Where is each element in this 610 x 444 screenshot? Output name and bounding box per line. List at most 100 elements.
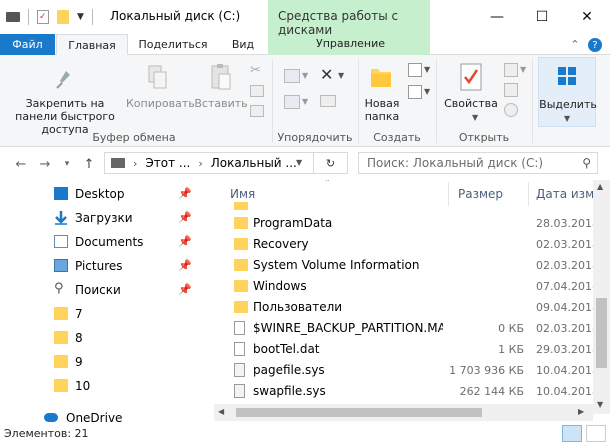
copy-to-dropdown-icon[interactable]: ▼ <box>302 97 308 106</box>
breadcrumb-this-pc[interactable]: Этот ... <box>145 156 190 170</box>
nav-item-onedrive[interactable]: OneDrive <box>0 406 210 424</box>
folder-icon <box>234 301 248 313</box>
pin-icon[interactable]: 📌 <box>178 283 192 296</box>
delete-dropdown-icon[interactable]: ▼ <box>338 71 344 80</box>
list-item[interactable]: pagefile.sys 1 703 936 КБ 10.04.2018 <box>214 360 599 381</box>
paste-button[interactable]: Вставить <box>194 97 248 110</box>
rename-icon[interactable] <box>320 95 336 107</box>
move-to-icon[interactable] <box>284 69 300 83</box>
details-view-icon[interactable] <box>562 425 582 442</box>
tab-home[interactable]: Главная <box>56 34 128 56</box>
tab-manage[interactable]: Управление <box>316 37 385 50</box>
copy-to-icon[interactable] <box>284 95 300 109</box>
customize-toolbar-icon[interactable]: ▼ <box>77 12 84 22</box>
column-header-date[interactable]: Дата изме <box>536 187 602 201</box>
list-item[interactable]: swapfile.sys 262 144 КБ 10.04.2018 <box>214 381 599 402</box>
column-header-name[interactable]: Имя <box>230 187 255 201</box>
maximize-button[interactable]: ☐ <box>519 0 565 34</box>
pictures-icon <box>54 259 68 272</box>
close-button[interactable]: ✕ <box>564 0 610 34</box>
nav-item-folder-9[interactable]: 9 <box>0 350 210 374</box>
list-item[interactable]: ProgramData 28.03.2018 <box>214 213 599 234</box>
horizontal-scrollbar[interactable]: ◀ ▶ <box>214 404 593 421</box>
search-placeholder: Поиск: Локальный диск (C:) <box>367 156 544 170</box>
pin-icon[interactable]: 📌 <box>178 235 192 248</box>
status-bar: Элементов: 21 <box>0 424 610 444</box>
properties-button[interactable]: Свойства <box>444 97 498 110</box>
history-icon[interactable] <box>504 103 518 117</box>
nav-item-folder-8[interactable]: 8 <box>0 326 210 350</box>
quick-access-toolbar: ✓ ▼ <box>6 8 93 26</box>
nav-item-desktop[interactable]: Desktop 📌 <box>0 182 210 206</box>
paste-shortcut-icon[interactable] <box>250 105 264 117</box>
ribbon: Закрепить на панели быстрого доступа Коп… <box>0 55 610 147</box>
scroll-up-icon[interactable]: ▲ <box>597 182 603 191</box>
clipboard-group-label: Буфер обмена <box>92 131 176 144</box>
address-dropdown-icon[interactable]: ▼ <box>296 158 302 167</box>
new-item-icon[interactable] <box>408 63 422 77</box>
pin-icon[interactable]: 📌 <box>178 187 192 200</box>
vertical-scrollbar[interactable]: ▲ ▼ <box>593 180 610 414</box>
address-bar[interactable]: › Этот ... › Локальный ... <box>104 152 314 174</box>
pin-icon[interactable]: 📌 <box>178 211 192 224</box>
easy-access-dropdown-icon[interactable]: ▼ <box>424 87 430 96</box>
tab-file[interactable]: Файл <box>0 34 55 55</box>
delete-icon[interactable]: ✕ <box>320 65 333 84</box>
list-item[interactable]: bootTel.dat 1 КБ 29.03.2018 <box>214 339 599 360</box>
nav-item-pictures[interactable]: Pictures 📌 <box>0 254 210 278</box>
list-item[interactable]: Пользователи 09.04.2018 <box>214 297 599 318</box>
new-folder-quick-icon[interactable] <box>57 10 69 24</box>
tab-share[interactable]: Поделиться <box>132 34 214 55</box>
select-button[interactable]: Выделить ▼ <box>538 57 597 127</box>
minimize-button[interactable]: — <box>474 0 520 34</box>
list-item[interactable]: Recovery 02.03.2018 <box>214 234 599 255</box>
scrollbar-thumb[interactable] <box>236 408 482 417</box>
back-button[interactable]: ← <box>12 155 30 173</box>
list-item-partial[interactable] <box>214 202 594 210</box>
download-icon <box>54 211 68 225</box>
computer-icon <box>111 158 125 168</box>
pin-icon[interactable]: 📌 <box>178 259 192 272</box>
nav-item-folder-7[interactable]: 7 <box>0 302 210 326</box>
scroll-right-icon[interactable]: ▶ <box>578 407 584 416</box>
tab-view[interactable]: Вид <box>220 34 266 55</box>
copy-button[interactable]: Копировать <box>126 97 195 110</box>
nav-item-folder-10[interactable]: 10 <box>0 374 210 398</box>
breadcrumb-chevron-icon[interactable]: › <box>198 157 202 170</box>
open-dropdown-icon[interactable]: ▼ <box>520 65 526 74</box>
breadcrumb-chevron-icon[interactable]: › <box>133 157 137 170</box>
properties-quick-icon[interactable]: ✓ <box>37 10 49 24</box>
scroll-down-icon[interactable]: ▼ <box>597 400 603 409</box>
new-folder-button[interactable]: Новая папка <box>360 97 404 123</box>
recent-locations-dropdown-icon[interactable]: ▾ <box>58 155 76 173</box>
column-header-size[interactable]: Размер <box>458 187 503 201</box>
properties-dropdown-icon[interactable]: ▼ <box>472 113 478 122</box>
new-item-dropdown-icon[interactable]: ▼ <box>424 65 430 74</box>
scroll-left-icon[interactable]: ◀ <box>218 407 224 416</box>
open-icon[interactable] <box>504 63 518 77</box>
move-to-dropdown-icon[interactable]: ▼ <box>302 71 308 80</box>
nav-item-documents[interactable]: Documents 📌 <box>0 230 210 254</box>
search-input[interactable]: Поиск: Локальный диск (C:) ⚲ <box>358 152 598 174</box>
up-button[interactable]: ↑ <box>80 155 98 173</box>
drive-icon <box>6 12 20 22</box>
collapse-ribbon-icon[interactable]: ⌃ <box>566 34 584 55</box>
scrollbar-thumb[interactable] <box>596 298 607 368</box>
forward-button[interactable]: → <box>36 155 54 173</box>
folder-icon <box>234 202 248 210</box>
easy-access-icon[interactable] <box>408 85 422 99</box>
list-item[interactable]: System Volume Information 02.03.2018 <box>214 255 599 276</box>
refresh-button[interactable]: ↻ <box>314 152 348 174</box>
onedrive-icon <box>44 413 58 422</box>
large-icons-view-icon[interactable] <box>586 425 606 442</box>
breadcrumb-local-disk[interactable]: Локальный ... <box>211 156 297 170</box>
copy-path-icon[interactable] <box>250 85 264 97</box>
help-icon[interactable]: ? <box>588 38 602 52</box>
edit-icon[interactable] <box>504 83 518 97</box>
nav-item-searches[interactable]: ⚲ Поиски 📌 <box>0 278 210 302</box>
list-item[interactable]: Windows 07.04.2018 <box>214 276 599 297</box>
nav-item-downloads[interactable]: Загрузки 📌 <box>0 206 210 230</box>
cut-icon[interactable]: ✂ <box>250 63 261 78</box>
list-item[interactable]: $WINRE_BACKUP_PARTITION.MA... 0 КБ 02.03… <box>214 318 599 339</box>
contextual-tab-group: Средства работы с дисками Управление <box>268 0 430 55</box>
